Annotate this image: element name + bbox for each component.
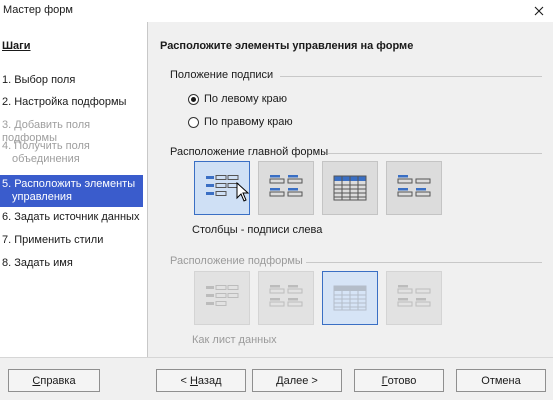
subform-layout-as-datasheet	[322, 271, 378, 325]
finish-button[interactable]: Готово	[354, 369, 444, 392]
columns-labels-left-icon	[206, 175, 239, 196]
radio-label: По правому краю	[204, 116, 293, 128]
blocks-labels-top-icon	[397, 285, 431, 307]
step-label: 4. Получить поля объединения	[2, 140, 90, 165]
columns-labels-top-icon	[269, 175, 303, 197]
back-button[interactable]: < Назад	[156, 369, 246, 392]
page-title: Расположите элементы управления на форме	[160, 40, 414, 52]
columns-labels-left-icon	[206, 285, 239, 306]
layout-as-datasheet[interactable]	[322, 161, 378, 215]
mnemonic: С	[32, 374, 41, 387]
radio-label: По левому краю	[204, 93, 287, 105]
steps-title: Шаги	[2, 40, 31, 52]
step-label: 6. Задать источник данных	[2, 211, 140, 223]
group-divider	[306, 262, 542, 263]
button-bar: Справка < Назад Далее > Готово Отмена	[0, 357, 553, 400]
close-icon	[534, 6, 544, 16]
subform-layout-columns-labels-left	[194, 271, 250, 325]
main-layout-caption: Столбцы - подписи слева	[192, 224, 323, 236]
subform-layout-group-title: Расположение подформы	[170, 255, 303, 267]
datasheet-icon	[333, 175, 367, 201]
step-label: 8. Задать имя	[2, 257, 73, 269]
mnemonic: Д	[276, 374, 284, 387]
layout-blocks-labels-top[interactable]	[386, 161, 442, 215]
group-divider	[280, 76, 542, 77]
mouse-pointer-icon	[236, 182, 250, 202]
help-button[interactable]: Справка	[8, 369, 100, 392]
button-label: Отмена	[481, 374, 521, 387]
datasheet-icon	[333, 285, 367, 311]
radio-button[interactable]	[188, 116, 199, 128]
step-7[interactable]: 7. Применить стили	[0, 231, 143, 250]
button-label: отово	[387, 374, 417, 387]
group-divider	[328, 153, 542, 154]
step-4: 4. Получить поля объединения	[0, 137, 143, 169]
step-5[interactable]: 5. Расположить элементы управления	[0, 175, 143, 207]
button-prefix: <	[180, 374, 190, 387]
step-8[interactable]: 8. Задать имя	[0, 254, 143, 273]
close-button[interactable]	[528, 1, 550, 21]
main-form-layout-group-title: Расположение главной формы	[170, 146, 329, 158]
step-1[interactable]: 1. Выбор поля	[0, 71, 143, 90]
label-position-group-title: Положение подписи	[170, 69, 274, 81]
step-label: 1. Выбор поля	[2, 74, 76, 86]
subform-layout-caption: Как лист данных	[192, 334, 277, 346]
radio-left-align[interactable]: По левому краю	[188, 93, 287, 105]
next-button[interactable]: Далее >	[252, 369, 342, 392]
radio-right-align[interactable]: По правому краю	[188, 116, 293, 128]
step-2[interactable]: 2. Настройка подформы	[0, 93, 143, 112]
window-title: Мастер форм	[3, 4, 73, 16]
steps-sidebar: Шаги 1. Выбор поля 2. Настройка подформы…	[0, 22, 148, 357]
layout-columns-labels-top[interactable]	[258, 161, 314, 215]
step-label: 2. Настройка подформы	[2, 96, 127, 108]
button-label: правка	[40, 374, 76, 387]
main-panel: Расположите элементы управления на форме…	[148, 22, 553, 357]
step-label: 5. Расположить элементы управления	[2, 178, 136, 203]
title-bar: Мастер форм	[0, 0, 553, 22]
subform-layout-blocks-labels-top	[386, 271, 442, 325]
button-label: азад	[197, 374, 222, 387]
step-label: 7. Применить стили	[2, 234, 104, 246]
step-6[interactable]: 6. Задать источник данных	[0, 208, 143, 227]
mnemonic: Н	[189, 374, 198, 387]
cancel-button[interactable]: Отмена	[456, 369, 546, 392]
button-label: алее >	[283, 374, 318, 387]
blocks-labels-top-icon	[397, 175, 431, 197]
subform-layout-columns-labels-top	[258, 271, 314, 325]
columns-labels-top-icon	[269, 285, 303, 307]
radio-button[interactable]	[188, 93, 199, 105]
